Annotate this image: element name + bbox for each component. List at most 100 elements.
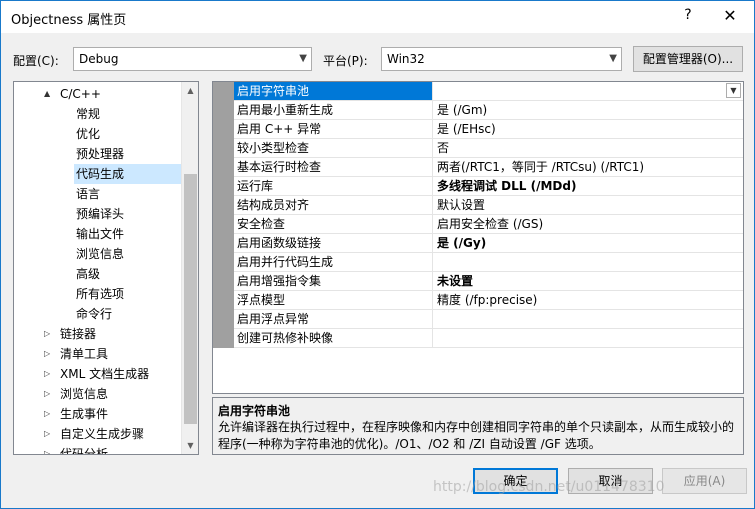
property-name: 启用 C++ 异常 [234, 120, 433, 138]
tree-item-label: 预处理器 [76, 147, 125, 161]
tree-item[interactable]: 输出文件 [74, 224, 126, 244]
collapsed-arrow-icon[interactable]: ▷ [44, 344, 50, 364]
property-row[interactable]: 创建可热修补映像 [234, 329, 743, 348]
description-panel: 启用字符串池 允许编译器在执行过程中，在程序映像和内存中创建相同字符串的单个只读… [212, 397, 744, 455]
property-row[interactable]: 启用 C++ 异常是 (/EHsc) [234, 120, 743, 139]
tree-item[interactable]: ▷ 生成事件 [44, 404, 182, 424]
tree-item-label: 输出文件 [76, 227, 125, 241]
expanded-arrow-icon[interactable]: ▲ [44, 84, 50, 104]
tree-item[interactable]: 预处理器 [74, 144, 126, 164]
tree-item-label: 浏览信息 [76, 247, 125, 261]
tree-item-label: 语言 [76, 187, 101, 201]
property-value[interactable]: 默认设置 [434, 196, 743, 214]
tree-item-label: 代码分析 [60, 447, 109, 455]
property-row[interactable]: 较小类型检查否 [234, 139, 743, 158]
collapsed-arrow-icon[interactable]: ▷ [44, 404, 50, 424]
tree-item-label: 清单工具 [60, 347, 109, 361]
scroll-up-icon[interactable]: ▲ [182, 82, 198, 99]
chevron-down-icon: ▼ [609, 53, 617, 64]
property-value[interactable]: 否 [434, 139, 743, 157]
tree-scrollbar[interactable]: ▲ ▼ [181, 82, 198, 454]
property-pages-dialog: Objectness 属性页 ? ✕ 配置(C): Debug ▼ 平台(P):… [0, 0, 755, 509]
property-name: 启用字符串池 [234, 82, 433, 100]
property-row[interactable]: 启用函数级链接是 (/Gy) [234, 234, 743, 253]
title-bar: Objectness 属性页 ? ✕ [1, 1, 754, 33]
tree-item-label: 高级 [76, 267, 101, 281]
collapsed-arrow-icon[interactable]: ▷ [44, 424, 50, 444]
collapsed-arrow-icon[interactable]: ▷ [44, 384, 50, 404]
property-value[interactable] [434, 329, 743, 347]
tree-item-label: 浏览信息 [60, 387, 109, 401]
grid-gutter [213, 82, 234, 348]
config-manager-button[interactable]: 配置管理器(O)... [633, 46, 743, 72]
property-value[interactable]: 精度 (/fp:precise) [434, 291, 743, 309]
close-icon[interactable]: ✕ [717, 6, 743, 28]
property-row[interactable]: 运行库 多线程调试 DLL (/MDd) [234, 177, 743, 196]
property-row[interactable]: 启用并行代码生成 [234, 253, 743, 272]
window-title: Objectness 属性页 [11, 13, 127, 28]
platform-select[interactable]: Win32 ▼ [381, 47, 622, 71]
tree-item-label: C/C++ [60, 87, 101, 101]
property-name: 安全检查 [234, 215, 433, 233]
scroll-down-icon[interactable]: ▼ [182, 437, 198, 454]
tree-item[interactable]: 优化 [74, 124, 126, 144]
property-row[interactable]: 启用字符串池 ▼ [234, 82, 743, 101]
property-row[interactable]: 启用增强指令集 未设置 [234, 272, 743, 291]
tree-item[interactable]: ▷ 代码分析 [44, 444, 182, 455]
tree-item[interactable]: 高级 [74, 264, 126, 284]
tree-item[interactable]: ▲ C/C++ [44, 84, 182, 104]
tree-item[interactable]: 代码生成 [74, 164, 182, 184]
property-value[interactable] [434, 253, 743, 271]
property-name: 较小类型检查 [234, 139, 433, 157]
property-row[interactable]: 启用浮点异常 [234, 310, 743, 329]
tree-item[interactable]: 预编译头 [74, 204, 126, 224]
property-name: 运行库 [234, 177, 433, 195]
property-value[interactable]: 是 (/Gm) [434, 101, 743, 119]
platform-value: Win32 [387, 52, 425, 66]
property-grid[interactable]: 启用字符串池 ▼ 启用最小重新生成是 (/Gm) 启用 C++ 异常是 (/EHsc)… [212, 81, 744, 394]
property-name: 浮点模型 [234, 291, 433, 309]
property-value[interactable] [434, 82, 743, 100]
tree-item-label: XML 文档生成器 [60, 367, 150, 381]
tree-item[interactable]: ▷ 浏览信息 [44, 384, 182, 404]
tree-item[interactable]: 所有选项 [74, 284, 126, 304]
property-name: 基本运行时检查 [234, 158, 433, 176]
category-tree[interactable]: ▲ C/C++ 常规 优化 预处理器 代码生成 语言 预编译头 输出文件 浏览信息 高级 所有选项 命令… [13, 81, 199, 455]
property-value[interactable]: 未设置 [434, 272, 743, 290]
tree-item-label: 优化 [76, 127, 101, 141]
tree-item[interactable]: ▷ 链接器 [44, 324, 182, 344]
config-value: Debug [79, 52, 119, 66]
property-name: 启用浮点异常 [234, 310, 433, 328]
chevron-down-icon: ▼ [299, 53, 307, 64]
tree-item[interactable]: 语言 [74, 184, 126, 204]
property-row[interactable]: 基本运行时检查 两者(/RTC1，等同于 /RTCsu) (/RTC1) [234, 158, 743, 177]
collapsed-arrow-icon[interactable]: ▷ [44, 324, 50, 344]
property-row[interactable]: 启用最小重新生成是 (/Gm) [234, 101, 743, 120]
scroll-thumb[interactable] [184, 174, 197, 424]
tree-item[interactable]: ▷ XML 文档生成器 [44, 364, 182, 384]
property-name: 启用并行代码生成 [234, 253, 433, 271]
tree-item[interactable]: 浏览信息 [74, 244, 126, 264]
help-icon[interactable]: ? [677, 7, 699, 27]
tree-item[interactable]: ▷ 自定义生成步骤 [44, 424, 182, 444]
property-value[interactable]: 多线程调试 DLL (/MDd) [434, 177, 743, 195]
property-value[interactable] [434, 310, 743, 328]
tree-item[interactable]: 命令行 [74, 304, 126, 324]
property-value[interactable]: 是 (/Gy) [434, 234, 743, 252]
property-value[interactable]: 是 (/EHsc) [434, 120, 743, 138]
property-value[interactable]: 两者(/RTC1，等同于 /RTCsu) (/RTC1) [434, 158, 743, 176]
property-row[interactable]: 安全检查 启用安全检查 (/GS) [234, 215, 743, 234]
chevron-down-icon[interactable]: ▼ [726, 83, 741, 98]
apply-button[interactable]: 应用(A) [662, 468, 747, 494]
collapsed-arrow-icon[interactable]: ▷ [44, 364, 50, 384]
property-row[interactable]: 结构成员对齐 默认设置 [234, 196, 743, 215]
tree-item-label: 预编译头 [76, 207, 125, 221]
tree-item[interactable]: ▷ 清单工具 [44, 344, 182, 364]
config-select[interactable]: Debug ▼ [73, 47, 312, 71]
tree-item-label: 自定义生成步骤 [60, 427, 145, 441]
tree-item[interactable]: 常规 [74, 104, 126, 124]
property-value[interactable]: 启用安全检查 (/GS) [434, 215, 743, 233]
property-row[interactable]: 浮点模型 精度 (/fp:precise) [234, 291, 743, 310]
collapsed-arrow-icon[interactable]: ▷ [44, 444, 50, 454]
tree-item-label: 代码生成 [76, 167, 125, 181]
